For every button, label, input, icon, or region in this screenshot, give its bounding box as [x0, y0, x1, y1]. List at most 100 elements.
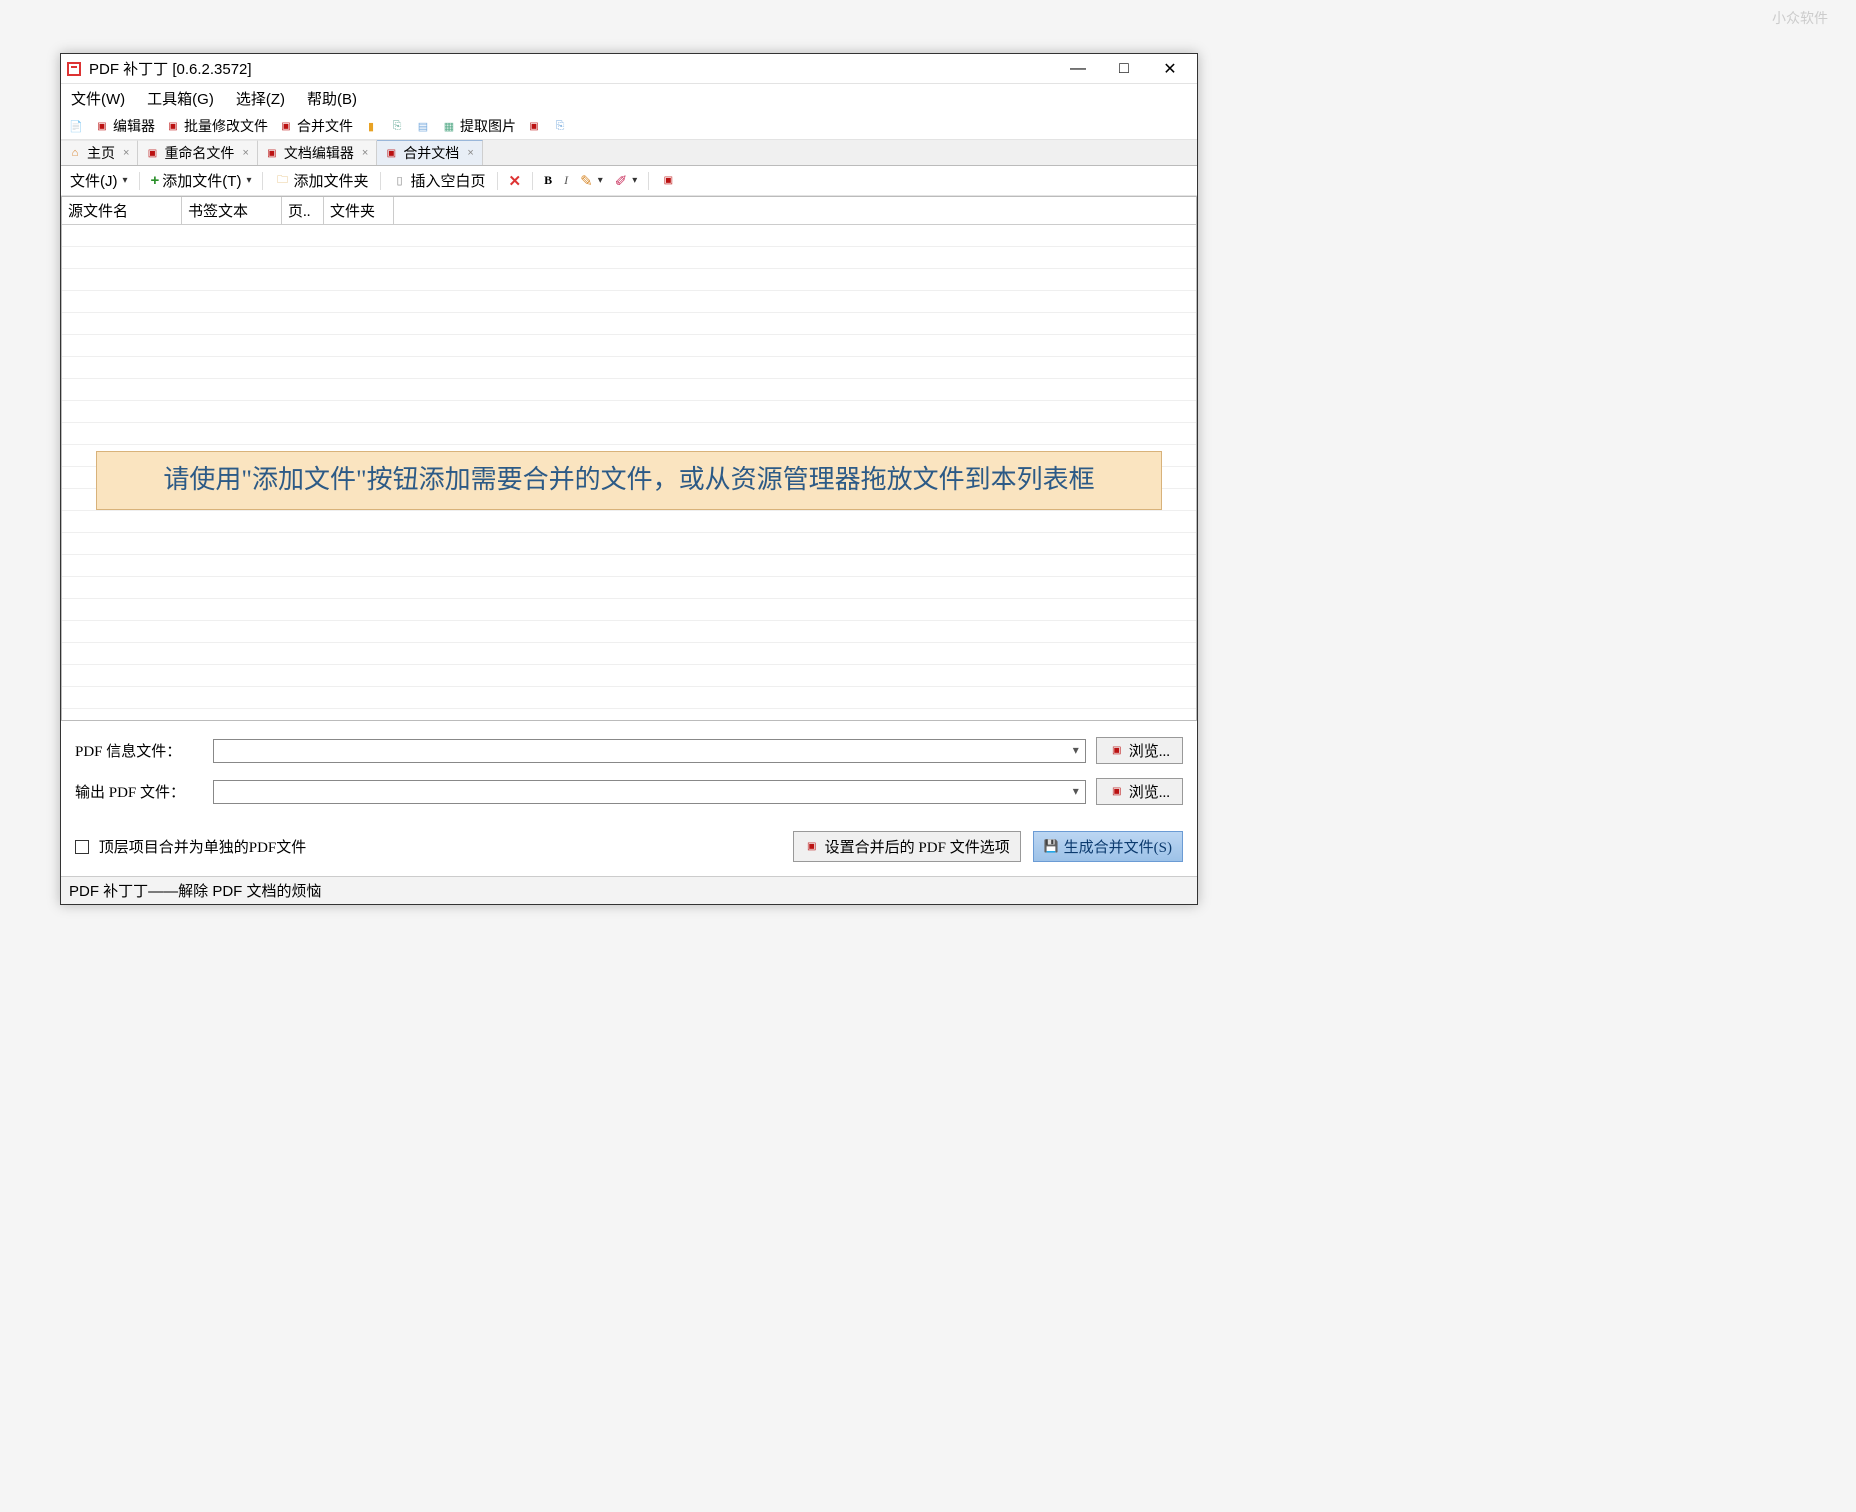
pdf-opt-btn[interactable]: ▣ — [657, 172, 679, 190]
browse-output-btn[interactable]: ▣ 浏览... — [1096, 778, 1183, 805]
toolbar-btn-extract[interactable]: ▦ 提取图片 — [438, 115, 519, 137]
edit-btn[interactable]: ✎▾ — [577, 171, 606, 191]
browse-info-btn[interactable]: ▣ 浏览... — [1096, 737, 1183, 764]
pdf-icon: ▣ — [264, 145, 280, 161]
info-file-input[interactable] — [213, 739, 1086, 763]
col-page[interactable]: 页.. — [282, 197, 324, 224]
italic-btn[interactable]: I — [561, 172, 571, 189]
info-file-label: PDF 信息文件： — [75, 740, 203, 761]
doc-icon: ▤ — [415, 118, 431, 134]
tab-merge-doc[interactable]: ▣ 合并文档 × — [377, 140, 482, 165]
menu-file[interactable]: 文件(W) — [67, 86, 129, 111]
chevron-down-icon: ▾ — [246, 175, 251, 186]
merge-label: 合并文件 — [297, 116, 353, 136]
tab-rename-label: 重命名文件 — [164, 143, 234, 163]
merge-options-btn[interactable]: ▣ 设置合并后的 PDF 文件选项 — [793, 831, 1021, 862]
folder-icon: 🗀 — [274, 173, 290, 189]
window-controls: — □ ✕ — [1055, 54, 1193, 84]
save-icon: 💾 — [1044, 839, 1059, 854]
toolbar-btn-batch[interactable]: ▣ 批量修改文件 — [162, 115, 271, 137]
separator — [532, 172, 533, 190]
sub-toolbar: 文件(J) ▾ + 添加文件(T) ▾ 🗀 添加文件夹 ▯ 插入空白页 ✕ B … — [61, 166, 1197, 196]
toolbar-btn-x4[interactable]: ▣ — [523, 117, 545, 135]
file-menu-btn[interactable]: 文件(J) ▾ — [67, 169, 131, 192]
add-folder-label: 添加文件夹 — [293, 170, 368, 191]
tab-close-icon[interactable]: × — [358, 147, 368, 159]
output-file-label: 输出 PDF 文件： — [75, 781, 203, 802]
add-file-btn[interactable]: + 添加文件(T) ▾ — [148, 169, 255, 192]
menu-toolbox[interactable]: 工具箱(G) — [143, 86, 218, 111]
pdf-icon: ▣ — [526, 118, 542, 134]
main-toolbar: 📄 ▣ 编辑器 ▣ 批量修改文件 ▣ 合并文件 ▮ ⎘ ▤ ▦ 提取图片 ▣ ⎘ — [61, 113, 1197, 140]
file-menu-label: 文件(J) — [70, 170, 118, 191]
toolbar-btn-x5[interactable]: ⎘ — [549, 117, 571, 135]
close-button[interactable]: ✕ — [1147, 54, 1193, 84]
insert-blank-btn[interactable]: ▯ 插入空白页 — [389, 169, 489, 192]
bold-btn[interactable]: B — [541, 172, 555, 189]
separator — [648, 172, 649, 190]
copy-icon: ⎘ — [389, 118, 405, 134]
toolbar-btn-x3[interactable]: ▤ — [412, 117, 434, 135]
output-file-row: 输出 PDF 文件： ▣ 浏览... — [75, 778, 1183, 805]
file-list-grid[interactable]: 源文件名 书签文本 页.. 文件夹 请使用"添加文件"按钮添加需要合并的文件，或… — [61, 196, 1197, 721]
tab-close-icon[interactable]: × — [119, 147, 129, 159]
tab-close-icon[interactable]: × — [463, 147, 473, 159]
pdf-icon: ▣ — [94, 118, 110, 134]
add-folder-btn[interactable]: 🗀 添加文件夹 — [271, 169, 371, 192]
chevron-down-icon: ▾ — [598, 175, 603, 186]
pdf-icon: ▣ — [278, 118, 294, 134]
separator — [380, 172, 381, 190]
pdf-icon: ▣ — [660, 173, 676, 189]
form-area: PDF 信息文件： ▣ 浏览... 输出 PDF 文件： ▣ 浏览... — [61, 721, 1197, 831]
maximize-button[interactable]: □ — [1101, 54, 1147, 84]
tab-home[interactable]: ⌂ 主页 × — [61, 140, 138, 165]
tab-merge-label: 合并文档 — [403, 143, 459, 163]
col-bookmark[interactable]: 书签文本 — [182, 197, 282, 224]
toolbar-btn-editor[interactable]: ▣ 编辑器 — [91, 115, 158, 137]
pdf-icon: ▣ — [383, 145, 399, 161]
checkbox-icon — [75, 840, 89, 854]
toolbar-btn-x1[interactable]: ▮ — [360, 117, 382, 135]
plus-icon: + — [151, 172, 160, 189]
app-window: PDF 补丁丁 [0.6.2.3572] — □ ✕ 文件(W) 工具箱(G) … — [60, 53, 1198, 905]
tab-rename[interactable]: ▣ 重命名文件 × — [138, 140, 257, 165]
separator — [497, 172, 498, 190]
app-icon — [65, 60, 83, 78]
statusbar: PDF 补丁丁——解除 PDF 文档的烦恼 — [61, 876, 1197, 904]
output-file-input[interactable] — [213, 780, 1086, 804]
generate-merge-btn[interactable]: 💾 生成合并文件(S) — [1033, 831, 1183, 862]
delete-btn[interactable]: ✕ — [506, 171, 525, 191]
separator — [139, 172, 140, 190]
highlight-btn[interactable]: ✐▾ — [612, 171, 641, 191]
menubar: 文件(W) 工具箱(G) 选择(Z) 帮助(B) — [61, 84, 1197, 113]
add-file-label: 添加文件(T) — [162, 170, 241, 191]
minimize-button[interactable]: — — [1055, 54, 1101, 84]
toolbar-btn-x2[interactable]: ⎘ — [386, 117, 408, 135]
toolbar-btn-new[interactable]: 📄 — [65, 117, 87, 135]
highlighter-icon: ✐ — [615, 172, 628, 190]
new-icon: 📄 — [68, 118, 84, 134]
italic-icon: I — [564, 173, 568, 188]
generate-btn-label: 生成合并文件(S) — [1064, 836, 1172, 857]
col-source[interactable]: 源文件名 — [62, 197, 182, 224]
tab-doc-editor[interactable]: ▣ 文档编辑器 × — [258, 140, 377, 165]
bold-icon: B — [544, 173, 552, 188]
pdf-icon: ▣ — [144, 145, 160, 161]
chevron-down-icon: ▾ — [632, 175, 637, 186]
separator — [262, 172, 263, 190]
paste-icon: ⎘ — [552, 118, 568, 134]
col-folder[interactable]: 文件夹 — [324, 197, 394, 224]
bottom-controls: 顶层项目合并为单独的PDF文件 ▣ 设置合并后的 PDF 文件选项 💾 生成合并… — [61, 831, 1197, 876]
status-text: PDF 补丁丁——解除 PDF 文档的烦恼 — [69, 883, 322, 900]
separate-pdf-checkbox[interactable]: 顶层项目合并为单独的PDF文件 — [75, 836, 306, 857]
tab-strip: ⌂ 主页 × ▣ 重命名文件 × ▣ 文档编辑器 × ▣ 合并文档 × — [61, 140, 1197, 166]
pdf-icon: ▣ — [1109, 743, 1125, 759]
window-title: PDF 补丁丁 [0.6.2.3572] — [89, 58, 252, 79]
menu-select[interactable]: 选择(Z) — [232, 86, 289, 111]
pencil-icon: ✎ — [580, 172, 593, 190]
tab-close-icon[interactable]: × — [238, 147, 248, 159]
toolbar-btn-merge[interactable]: ▣ 合并文件 — [275, 115, 356, 137]
image-icon: ▦ — [441, 118, 457, 134]
menu-help[interactable]: 帮助(B) — [303, 86, 361, 111]
pdf-icon: ▣ — [165, 118, 181, 134]
